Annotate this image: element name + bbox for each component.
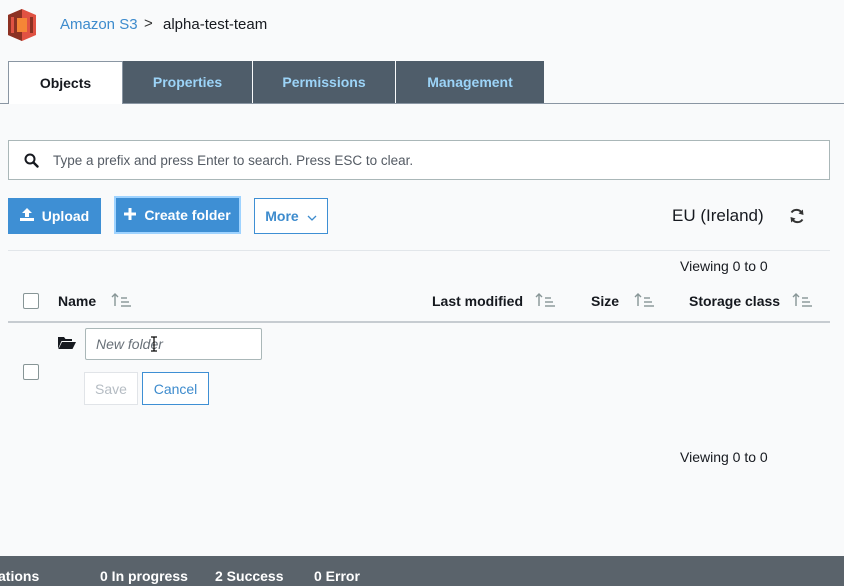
search-icon [9,153,53,168]
plus-icon [124,207,137,223]
select-all-checkbox[interactable] [23,293,39,309]
create-folder-button[interactable]: Create folder [114,196,241,234]
breadcrumb-current-bucket: alpha-test-team [163,16,268,33]
more-label: More [265,208,299,224]
error-count[interactable]: 0 Error [314,568,360,584]
operations-status-bar[interactable]: ations 0 In progress 2 Success 0 Error [0,556,844,586]
column-header-last-modified[interactable]: Last modified [432,293,523,309]
region-label: EU (Ireland) [672,206,764,225]
upload-icon [19,208,34,224]
tab-properties[interactable]: Properties [123,61,252,103]
s3-logo-icon[interactable] [8,9,36,41]
cancel-button[interactable]: Cancel [142,372,209,405]
table-header-divider [8,321,830,323]
sort-icon[interactable] [111,293,131,307]
viewing-count-top: Viewing 0 to 0 [680,258,768,274]
operations-label: ations [0,568,40,584]
row-checkbox[interactable] [23,364,39,380]
refresh-icon[interactable] [788,207,806,225]
text-cursor-icon [150,336,158,355]
search-input[interactable] [53,152,813,168]
sort-icon[interactable] [792,293,812,307]
upload-label: Upload [41,208,90,224]
viewing-count-bottom: Viewing 0 to 0 [680,449,768,465]
success-count[interactable]: 2 Success [215,568,284,584]
column-header-name[interactable]: Name [58,293,96,309]
tab-permissions[interactable]: Permissions [253,61,395,103]
folder-open-icon [58,336,76,350]
breadcrumb-amazon-s3-link[interactable]: Amazon S3 [60,16,138,33]
tabs-underline [0,103,844,104]
save-button[interactable]: Save [84,372,138,405]
more-button[interactable]: More [254,198,328,234]
breadcrumb-chevron-icon: > [144,15,153,32]
sort-icon[interactable] [535,293,555,307]
new-folder-name-input[interactable] [85,328,262,360]
toolbar-divider [8,250,830,251]
search-bar [8,140,830,180]
tab-management[interactable]: Management [396,61,544,103]
create-folder-label: Create folder [144,207,231,223]
tab-objects[interactable]: Objects [8,61,123,104]
chevron-down-icon [307,208,317,224]
column-header-storage-class[interactable]: Storage class [689,293,780,309]
in-progress-count[interactable]: 0 In progress [100,568,188,584]
column-header-size[interactable]: Size [591,293,619,309]
upload-button[interactable]: Upload [8,198,101,234]
sort-icon[interactable] [634,293,654,307]
